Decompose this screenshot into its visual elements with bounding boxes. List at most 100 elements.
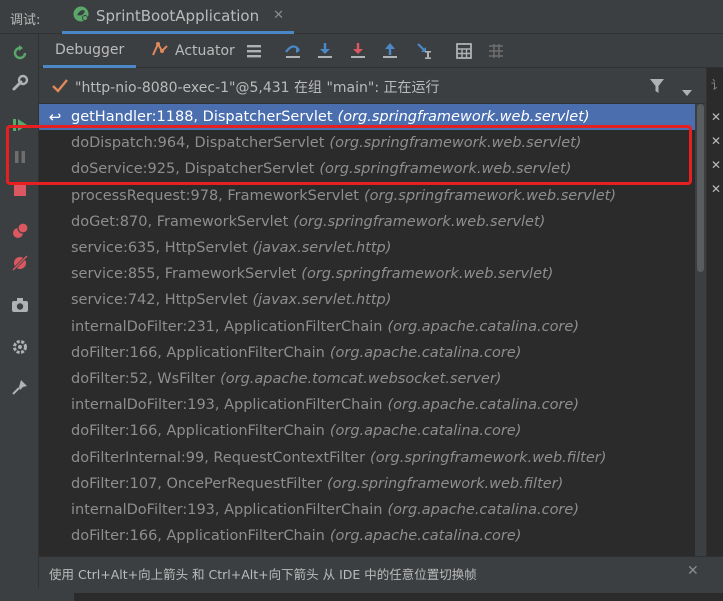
- frame-method: doFilter:166, ApplicationFilterChain: [71, 344, 325, 361]
- rerun-icon[interactable]: [9, 42, 31, 64]
- pin-icon[interactable]: [9, 376, 31, 398]
- stack-frame-row[interactable]: internalDoFilter:231, ApplicationFilterC…: [39, 314, 695, 340]
- actuator-icon: [151, 40, 169, 62]
- close-tab-icon[interactable]: ✕: [273, 8, 284, 23]
- tab-debugger-label: Debugger: [55, 41, 125, 58]
- frame-method: doFilter:166, ApplicationFilterChain: [71, 528, 325, 545]
- frame-method: doService:925, DispatcherServlet: [71, 161, 315, 178]
- debugger-toolbar: Debugger Actuator: [39, 34, 723, 68]
- frame-package: (org.springframework.web.servlet): [293, 213, 546, 230]
- stack-frame-row[interactable]: processRequest:978, FrameworkServlet (org…: [39, 183, 695, 209]
- variable-row-icon[interactable]: ✕: [711, 110, 721, 124]
- frames-scrollbar[interactable]: [695, 104, 706, 556]
- variable-row-icon[interactable]: ✕: [711, 134, 721, 148]
- close-hint-icon[interactable]: ✕: [687, 563, 699, 579]
- frames-list: ↩ getHandler:1188, DispatcherServlet (org.…: [39, 104, 695, 556]
- pause-icon[interactable]: [9, 146, 31, 168]
- status-hint-bar: 使用 Ctrl+Alt+向上箭头 和 Ctrl+Alt+向下箭头 从 IDE 中…: [39, 556, 723, 588]
- thread-name: "http-nio-8080-exec-1"@5,431 在组 "main": …: [75, 80, 440, 96]
- frame-package: (org.springframework.web.servlet): [329, 135, 582, 152]
- frame-method: getHandler:1188, DispatcherServlet: [71, 109, 333, 125]
- frame-method: internalDoFilter:231, ApplicationFilterC…: [71, 318, 383, 335]
- run-config-name: SprintBootApplication: [96, 6, 260, 25]
- force-step-into-icon[interactable]: [347, 40, 369, 62]
- frame-method: internalDoFilter:193, ApplicationFilterC…: [71, 397, 383, 414]
- frame-package: (org.apache.catalina.core): [387, 397, 579, 414]
- frame-package: (org.apache.catalina.core): [329, 344, 522, 361]
- current-frame-arrow-icon: ↩: [48, 108, 62, 126]
- resume-icon[interactable]: [9, 114, 31, 136]
- spring-boot-icon: [72, 5, 90, 27]
- frame-method: service:855, FrameworkServlet: [71, 266, 297, 283]
- thread-selector[interactable]: "http-nio-8080-exec-1"@5,431 在组 "main": …: [39, 68, 705, 104]
- frame-method: processRequest:978, FrameworkServlet: [71, 187, 359, 204]
- frame-package: (org.springframework.web.servlet): [301, 266, 554, 283]
- tab-actuator[interactable]: Actuator: [145, 34, 241, 68]
- frame-method: service:742, HttpServlet: [71, 292, 248, 309]
- chevron-down-icon[interactable]: [681, 82, 693, 101]
- stack-frame-row[interactable]: service:855, FrameworkServlet (org.spring…: [39, 261, 695, 287]
- show-execution-point-icon[interactable]: [243, 40, 265, 62]
- stack-frame-row[interactable]: internalDoFilter:193, ApplicationFilterC…: [39, 497, 695, 523]
- stack-frame-row[interactable]: service:635, HttpServlet (javax.servlet.h…: [39, 235, 695, 261]
- frame-package: (javax.servlet.http): [252, 292, 392, 309]
- step-over-icon[interactable]: [282, 40, 304, 62]
- stack-frame-row[interactable]: doFilter:107, OncePerRequestFilter (org.s…: [39, 471, 695, 497]
- view-breakpoints-icon[interactable]: [9, 220, 31, 242]
- frame-package: (org.springframework.web.servlet): [319, 161, 572, 178]
- frame-method: doFilter:166, ApplicationFilterChain: [71, 423, 325, 440]
- stop-icon[interactable]: [9, 179, 31, 201]
- frame-package: (org.apache.catalina.core): [329, 423, 522, 440]
- debug-title-bar: 调试: SprintBootApplication ✕: [0, 0, 723, 34]
- frame-package: (org.springframework.web.servlet): [363, 187, 617, 204]
- stack-frame-row[interactable]: doFilter:166, ApplicationFilterChain (org…: [39, 418, 695, 444]
- stack-frame-row[interactable]: doFilter:166, ApplicationFilterChain (org…: [39, 340, 695, 366]
- debug-side-toolbar: [0, 34, 39, 601]
- frame-package: (org.springframework.web.filter): [326, 475, 564, 492]
- debug-label: 调试:: [10, 13, 41, 28]
- evaluate-expression-icon[interactable]: [453, 40, 475, 62]
- frame-package: (org.apache.catalina.core): [387, 318, 579, 335]
- frame-package: (org.apache.catalina.core): [329, 528, 522, 545]
- bottom-strip: [0, 588, 723, 601]
- run-to-cursor-icon[interactable]: [413, 40, 435, 62]
- frame-package: (org.springframework.web.filter): [370, 449, 607, 466]
- frame-package: (org.springframework.web.servlet): [337, 109, 590, 125]
- wrench-icon[interactable]: [9, 72, 31, 94]
- variable-row-icon[interactable]: ✕: [711, 158, 721, 172]
- frame-method: service:635, HttpServlet: [71, 240, 248, 256]
- frame-method: doFilterInternal:99, RequestContextFilte…: [71, 449, 366, 466]
- variables-panel: 讠 ✕ ✕ ✕ ✕: [706, 68, 723, 556]
- tab-debugger[interactable]: Debugger: [43, 34, 137, 68]
- scrollbar-thumb[interactable]: [697, 104, 704, 272]
- settings-icon[interactable]: [9, 336, 31, 358]
- stack-frame-row[interactable]: service:742, HttpServlet (javax.servlet.h…: [39, 287, 695, 313]
- stack-frame-row[interactable]: doFilterInternal:99, RequestContextFilte…: [39, 445, 695, 471]
- stack-frame-row[interactable]: doDispatch:964, DispatcherServlet (org.sp…: [39, 130, 695, 156]
- frame-method: doGet:870, FrameworkServlet: [71, 213, 289, 230]
- frame-package: (javax.servlet.http): [252, 240, 392, 256]
- tab-actuator-label: Actuator: [175, 43, 235, 59]
- frame-package: (org.apache.tomcat.websocket.server): [220, 371, 502, 387]
- frame-package: (org.apache.catalina.core): [387, 502, 579, 518]
- stack-frame-row[interactable]: internalDoFilter:193, ApplicationFilterC…: [39, 392, 695, 418]
- variable-row-icon[interactable]: ✕: [711, 182, 721, 196]
- stack-frame-row[interactable]: doFilter:52, WsFilter (org.apache.tomcat.…: [39, 366, 695, 392]
- trace-current-stream-icon[interactable]: [485, 40, 507, 62]
- frame-method: doDispatch:964, DispatcherServlet: [71, 135, 325, 152]
- step-out-icon[interactable]: [379, 40, 401, 62]
- run-config-tab[interactable]: SprintBootApplication ✕: [62, 0, 295, 34]
- frame-switch-hint: 使用 Ctrl+Alt+向上箭头 和 Ctrl+Alt+向下箭头 从 IDE 中…: [49, 567, 477, 582]
- bottom-strip-line: [74, 593, 723, 601]
- stack-frame-row[interactable]: ↩ getHandler:1188, DispatcherServlet (org.…: [39, 104, 695, 130]
- mute-breakpoints-icon[interactable]: [9, 252, 31, 274]
- filter-icon[interactable]: [648, 77, 666, 99]
- stack-frame-row[interactable]: doService:925, DispatcherServlet (org.spr…: [39, 156, 695, 182]
- frame-method: doFilter:107, OncePerRequestFilter: [71, 475, 322, 492]
- stack-frame-row[interactable]: doGet:870, FrameworkServlet (org.springfr…: [39, 209, 695, 235]
- stack-frame-row[interactable]: doFilter:166, ApplicationFilterChain (org…: [39, 523, 695, 549]
- step-into-icon[interactable]: [314, 40, 336, 62]
- camera-icon[interactable]: [9, 294, 31, 316]
- thread-running-check-icon: [51, 78, 69, 98]
- frame-method: internalDoFilter:193, ApplicationFilterC…: [71, 502, 383, 518]
